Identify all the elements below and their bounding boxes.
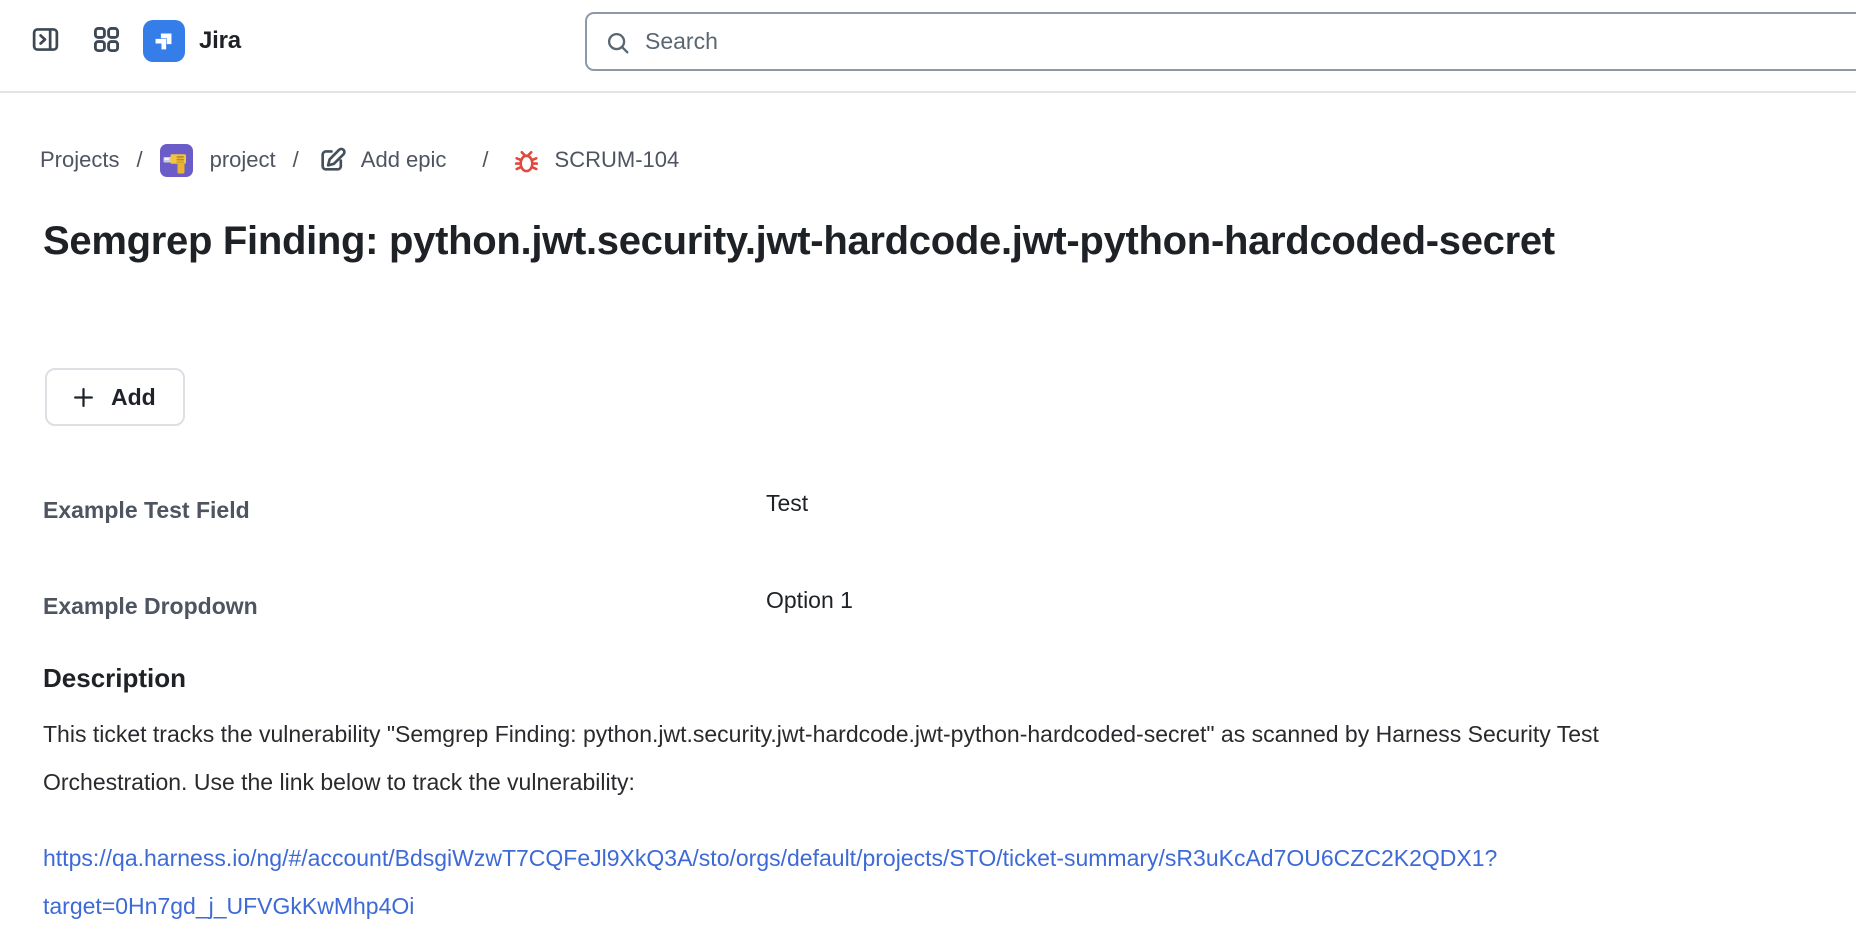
- top-navigation-bar: Jira: [0, 0, 1856, 93]
- breadcrumb-projects[interactable]: Projects: [40, 147, 119, 173]
- breadcrumb: Projects / project / Add epic /: [40, 142, 679, 178]
- breadcrumb-separator: /: [136, 147, 142, 173]
- project-avatar-drill-icon: [160, 144, 193, 177]
- breadcrumb-separator: /: [482, 147, 488, 173]
- breadcrumb-project-label: project: [210, 147, 276, 173]
- breadcrumb-issue-key[interactable]: SCRUM-104: [511, 145, 680, 176]
- add-button[interactable]: Add: [45, 368, 185, 426]
- breadcrumb-add-epic[interactable]: Add epic: [316, 144, 447, 176]
- app-switcher-button[interactable]: [86, 19, 126, 59]
- field-value-example-dropdown[interactable]: Option 1: [766, 587, 853, 614]
- field-value-example-test-field[interactable]: Test: [766, 490, 808, 517]
- jira-logo[interactable]: [143, 20, 185, 62]
- breadcrumb-separator: /: [293, 147, 299, 173]
- expand-sidebar-button[interactable]: [25, 19, 65, 59]
- plus-icon: [70, 384, 97, 411]
- add-button-label: Add: [111, 384, 156, 411]
- search-input[interactable]: [587, 14, 1856, 69]
- field-label-example-test-field: Example Test Field: [43, 497, 250, 524]
- breadcrumb-issue-key-label: SCRUM-104: [555, 147, 680, 173]
- description-heading: Description: [43, 663, 186, 694]
- breadcrumb-project[interactable]: project: [160, 144, 276, 177]
- edit-icon: [316, 144, 348, 176]
- sidebar-expand-icon: [30, 24, 61, 55]
- jira-wordmark: Jira: [199, 26, 241, 56]
- search-bar: [585, 12, 1856, 71]
- field-label-example-dropdown: Example Dropdown: [43, 593, 258, 620]
- bug-icon: [511, 145, 542, 176]
- issue-title: Semgrep Finding: python.jwt.security.jwt…: [43, 212, 1663, 270]
- description-body: This ticket tracks the vulnerability "Se…: [43, 710, 1623, 806]
- app-switcher-icon: [91, 24, 122, 55]
- vulnerability-link[interactable]: https://qa.harness.io/ng/#/account/Bdsgi…: [43, 834, 1503, 930]
- breadcrumb-add-epic-label: Add epic: [361, 147, 447, 173]
